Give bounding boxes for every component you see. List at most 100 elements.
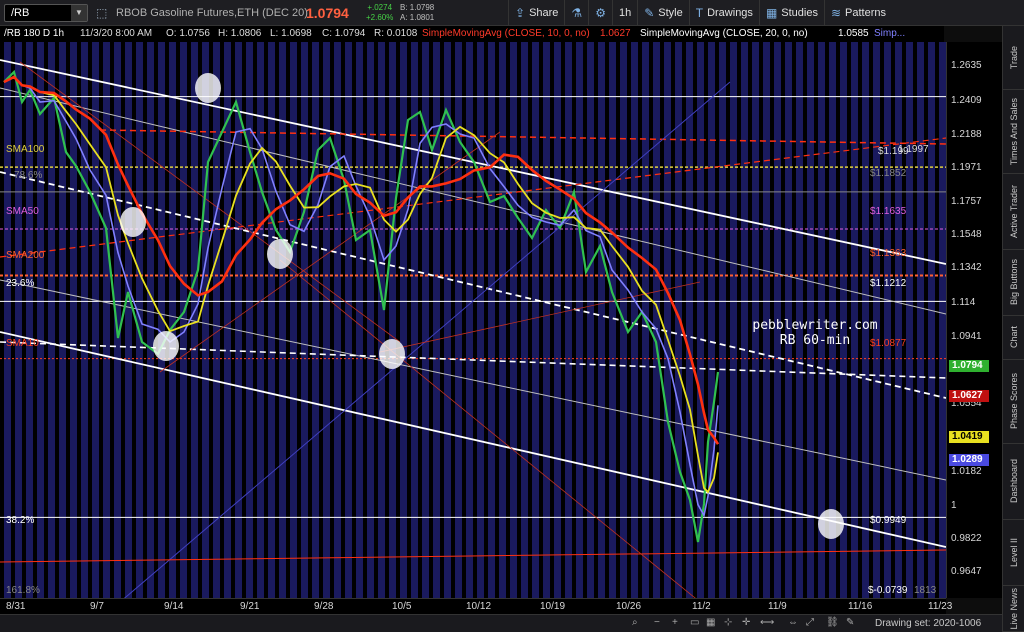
sidebar-tab-dashboard[interactable]: Dashboard [1003,444,1024,520]
pencil-icon[interactable]: ✎ [846,617,854,628]
session-stripe [125,42,132,598]
sidebar-tab-phase-scores[interactable]: Phase Scores [1003,360,1024,444]
session-stripe [37,42,44,598]
bar-datetime: 11/3/20 8:00 AM [80,28,153,39]
session-stripe [730,42,737,598]
date-tick: 9/28 [314,601,334,612]
sma10-badge: 1.0627 [949,390,989,402]
session-stripe [455,42,462,598]
date-tick: 9/21 [240,601,260,612]
session-stripe [653,42,660,598]
sma20-study-label[interactable]: SimpleMovingAvg (CLOSE, 20, 0, no) [640,28,808,39]
date-tick: 10/26 [616,601,642,612]
bid: B: 1.0798 [400,3,435,12]
fib-786-label: 78.6% [14,170,43,181]
style-button[interactable]: ✎ Style [637,0,689,26]
expand-icon[interactable]: ⤢ [806,617,814,628]
link-icon[interactable]: ⬚ [96,0,107,26]
highlight-marker [379,339,405,369]
grid-icon[interactable]: ▦ [706,617,715,628]
price-tick: 1.114 [951,297,976,309]
session-stripe [609,42,616,598]
link-chain-icon[interactable]: ⛓ [826,617,839,628]
price-tick: 0.9647 [951,566,982,578]
sidebar-tab-trade[interactable]: Trade [1003,26,1024,90]
fib-382-label: 38.2% [6,515,35,526]
sidebar-tab-times-and-sales[interactable]: Times And Sales [1003,90,1024,174]
sma200-label: SMA200 [6,250,45,261]
share-button[interactable]: ⇪ Share [508,0,564,26]
sidebar-tab-level-ii[interactable]: Level II [1003,520,1024,586]
sidebar-tab-live-news[interactable]: Live News [1003,586,1024,632]
crosshair-icon[interactable]: ✛ [742,617,750,628]
fit-icon[interactable]: ⇔ [788,617,798,628]
sma-more-label[interactable]: Simp... [874,28,905,39]
minus-icon[interactable]: − [654,617,660,628]
sma100-label: SMA100 [6,144,45,155]
session-stripe [334,42,341,598]
sma50-label: SMA50 [6,206,39,217]
settings-button[interactable]: ⚙ [588,0,612,26]
bar-open: O: 1.0756 [166,28,210,39]
plus-icon[interactable]: + [672,617,678,628]
session-stripe [477,42,484,598]
date-tick: 11/9 [768,601,787,612]
last-price-badge: 1.0794 [949,360,989,372]
chevron-down-icon[interactable]: ▼ [71,5,87,21]
level-11997-label: 1.1997 [898,144,929,155]
session-stripe [169,42,176,598]
sma10-label: SMA10 [6,338,39,349]
level-11852-label: $1.1852 [870,168,907,179]
bar-close: C: 1.0794 [322,28,366,39]
highlight-marker [195,73,221,103]
price-axis[interactable]: 1.2635 1.2409 1.2188 1.1971 1.1757 1.1548 1.13… [946,42,1002,598]
net-change: +.0274 [367,3,393,12]
session-stripe [719,42,726,598]
session-stripe [268,42,275,598]
change-block: +.0274 +2.60% [366,0,393,26]
bar-range: R: 0.0108 [374,28,418,39]
session-stripe [466,42,473,598]
session-stripe [235,42,242,598]
date-tick: 9/14 [164,601,184,612]
flask-icon: ⚗ [571,6,583,20]
patterns-button[interactable]: ≋ Patterns [823,0,892,26]
sma20-study-value: 1.0585 [838,28,869,39]
sidebar-tab-big-buttons[interactable]: Big Buttons [1003,250,1024,316]
sidebar-tab-active-trader[interactable]: Active Trader [1003,174,1024,250]
highlight-marker [818,509,844,539]
price-tick: 1.1342 [951,262,982,274]
chart-label: /RB 180 D 1h [4,28,65,39]
session-stripe [191,42,198,598]
level-09949-label: $0.9949 [870,515,907,526]
window-icon[interactable]: ▭ [690,617,699,628]
studies-button[interactable]: ▦ Studies [758,0,824,26]
session-stripe [488,42,495,598]
session-stripe [510,42,517,598]
session-stripe [565,42,572,598]
zoom-icon[interactable]: ⌕ [632,617,638,628]
price-chart[interactable]: SMA100 78.6% SMA50 SMA200 23.6% SMA10 38… [0,42,946,598]
ruler-icon[interactable]: ⟷ [760,617,774,628]
drawings-button[interactable]: T Drawings [688,0,759,26]
price-tick: 1 [951,499,957,511]
cursor-icon[interactable]: ⊹ [724,617,732,628]
sma50-badge: 1.0289 [949,454,989,466]
price-tick: 1.2409 [951,95,982,107]
date-tick: 8/31 [6,601,26,612]
fib-1618-label: 161.8% [6,585,40,596]
symbol-selector[interactable]: /RB ▼ [4,4,88,22]
sma10-study-label[interactable]: SimpleMovingAvg (CLOSE, 10, 0, no) [422,28,590,39]
session-stripe [576,42,583,598]
session-stripe [554,42,561,598]
session-stripe [400,42,407,598]
symbol-text: /RB [11,7,30,19]
drawing-set-label[interactable]: Drawing set: 2020-1006 [875,618,981,629]
session-stripe [323,42,330,598]
price-tick: 0.9822 [951,533,982,545]
timeframe-button[interactable]: 1h [611,0,637,26]
session-stripe [356,42,363,598]
date-axis[interactable]: 8/31 9/7 9/14 9/21 9/28 10/5 10/12 10/19 10/26 11… [0,598,952,614]
flask-button[interactable]: ⚗ [564,0,588,26]
sidebar-tab-chart[interactable]: Chart [1003,316,1024,360]
